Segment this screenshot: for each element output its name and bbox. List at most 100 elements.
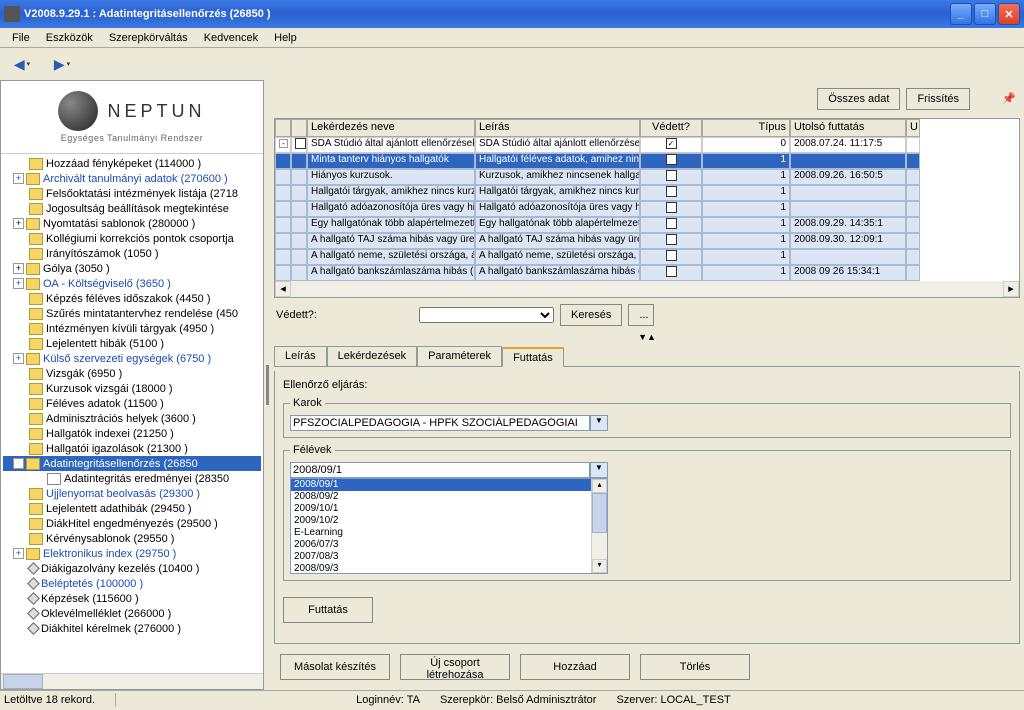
- table-row[interactable]: A hallgató bankszámlaszáma hibás (haA ha…: [275, 265, 1019, 281]
- make-copy-button[interactable]: Másolat készítés: [280, 654, 390, 680]
- table-row[interactable]: Minta tanterv hiányos hallgatókHallgatói…: [275, 153, 1019, 169]
- col-u[interactable]: U: [906, 119, 920, 137]
- tree-expander[interactable]: +: [13, 548, 24, 559]
- tree-node[interactable]: Hozzáad fényképeket (114000 ): [3, 156, 261, 171]
- menu-favorites[interactable]: Kedvencek: [196, 30, 266, 46]
- tree-node[interactable]: Adminisztrációs helyek (3600 ): [3, 411, 261, 426]
- table-row[interactable]: Hallgató adóazonosítója üres vagy hibHal…: [275, 201, 1019, 217]
- tree-node[interactable]: Szűrés mintatantervhez rendelése (450: [3, 306, 261, 321]
- forward-button[interactable]: ▶▾: [48, 52, 76, 76]
- table-row[interactable]: A hallgató neme, születési országa, állA…: [275, 249, 1019, 265]
- list-item[interactable]: 2008/09/3: [291, 563, 591, 573]
- folder-icon: [26, 263, 40, 275]
- menu-roleswitch[interactable]: Szerepkörváltás: [101, 30, 196, 46]
- tree-node[interactable]: +Archivált tanulmányi adatok (270600 ): [3, 171, 261, 186]
- tree-node[interactable]: Hallgatói igazolások (21300 ): [3, 441, 261, 456]
- list-item[interactable]: 2008/09/2: [291, 491, 591, 503]
- data-grid[interactable]: Lekérdezés neve Leírás Védett? Típus Uto…: [274, 118, 1020, 298]
- tree-node[interactable]: Jogosultság beállítások megtekintése: [3, 201, 261, 216]
- tree-expander[interactable]: +: [13, 218, 24, 229]
- tree-node[interactable]: Ujjlenyomat beolvasás (29300 ): [3, 486, 261, 501]
- list-item[interactable]: 2008/09/1: [291, 479, 591, 491]
- minimize-button[interactable]: _: [950, 3, 972, 25]
- tree-expander[interactable]: +: [13, 263, 24, 274]
- list-item[interactable]: 2009/10/2: [291, 515, 591, 527]
- table-row[interactable]: Hiányos kurzusok.Kurzusok, amikhez nincs…: [275, 169, 1019, 185]
- semesters-combo[interactable]: [290, 462, 590, 478]
- menu-tools[interactable]: Eszközök: [38, 30, 101, 46]
- table-row[interactable]: Hallgatói tárgyak, amikhez nincs kurzuHa…: [275, 185, 1019, 201]
- col-queryname[interactable]: Lekérdezés neve: [307, 119, 475, 137]
- tree-node[interactable]: +Nyomtatási sablonok (280000 ): [3, 216, 261, 231]
- semesters-listbox[interactable]: 2008/09/12008/09/22009/10/12009/10/2E-Le…: [290, 478, 608, 574]
- tree-node[interactable]: Oklevélmelléklet (266000 ): [3, 606, 261, 621]
- tree-node[interactable]: Hallgatók indexei (21250 ): [3, 426, 261, 441]
- filter-select[interactable]: [419, 307, 554, 323]
- tree-node[interactable]: +OA - Költségviselő (3650 ): [3, 276, 261, 291]
- tree-expander[interactable]: +: [13, 278, 24, 289]
- tree-node[interactable]: Lejelentett hibák (5100 ): [3, 336, 261, 351]
- col-protected[interactable]: Védett?: [640, 119, 702, 137]
- tree-node[interactable]: Adatintegritás eredményei (28350: [3, 471, 261, 486]
- tree-hscrollbar[interactable]: [1, 673, 263, 689]
- table-row[interactable]: Egy hallgatónak több alapértelmezett bEg…: [275, 217, 1019, 233]
- grid-hscrollbar[interactable]: ◂▸: [275, 281, 1019, 297]
- col-description[interactable]: Leírás: [475, 119, 640, 137]
- delete-button[interactable]: Törlés: [640, 654, 750, 680]
- back-button[interactable]: ◀▾: [8, 52, 36, 76]
- tab-run[interactable]: Futtatás: [502, 347, 564, 367]
- tree-node[interactable]: -Adatintegritásellenőrzés (26850: [3, 456, 261, 471]
- faculties-combo[interactable]: [290, 415, 590, 431]
- chevron-down-icon[interactable]: ▼: [590, 415, 608, 431]
- tree-label: Irányítószámok (1050 ): [46, 248, 159, 260]
- tree-node[interactable]: Képzés féléves időszakok (4450 ): [3, 291, 261, 306]
- col-type[interactable]: Típus: [702, 119, 790, 137]
- menu-file[interactable]: File: [4, 30, 38, 46]
- add-button[interactable]: Hozzáad: [520, 654, 630, 680]
- col-lastrun[interactable]: Utolsó futtatás: [790, 119, 906, 137]
- list-item[interactable]: 2007/08/3: [291, 551, 591, 563]
- tree-node[interactable]: Féléves adatok (11500 ): [3, 396, 261, 411]
- tree-node[interactable]: +Elektronikus index (29750 ): [3, 546, 261, 561]
- tree-node[interactable]: Lejelentett adathibák (29450 ): [3, 501, 261, 516]
- more-button[interactable]: ...: [628, 304, 654, 326]
- nav-tree[interactable]: Hozzáad fényképeket (114000 )+Archivált …: [1, 154, 263, 673]
- collapse-icon[interactable]: ▼▲: [274, 332, 1020, 342]
- maximize-button[interactable]: □: [974, 3, 996, 25]
- tree-node[interactable]: +Külső szervezeti egységek (6750 ): [3, 351, 261, 366]
- all-data-button[interactable]: Összes adat: [817, 88, 900, 110]
- tree-node[interactable]: Vizsgák (6950 ): [3, 366, 261, 381]
- tree-node[interactable]: Kurzusok vizsgái (18000 ): [3, 381, 261, 396]
- tab-description[interactable]: Leírás: [274, 346, 327, 366]
- list-item[interactable]: E-Learning: [291, 527, 591, 539]
- tree-node[interactable]: Beléptetés (100000 ): [3, 576, 261, 591]
- close-button[interactable]: ✕: [998, 3, 1020, 25]
- tree-node[interactable]: Kérvénysablonok (29550 ): [3, 531, 261, 546]
- pin-icon[interactable]: 📌: [1002, 92, 1016, 106]
- tree-node[interactable]: Kollégiumi korrekciós pontok csoportja: [3, 231, 261, 246]
- menu-help[interactable]: Help: [266, 30, 305, 46]
- list-item[interactable]: 2006/07/3: [291, 539, 591, 551]
- search-button[interactable]: Keresés: [560, 304, 622, 326]
- tab-queries[interactable]: Lekérdezések: [327, 346, 418, 366]
- tree-expander[interactable]: +: [13, 173, 24, 184]
- list-item[interactable]: 2009/10/1: [291, 503, 591, 515]
- listbox-scrollbar[interactable]: ▴▾: [591, 479, 607, 573]
- run-button[interactable]: Futtatás: [283, 597, 373, 623]
- table-row[interactable]: -SDA Stúdió által ajánlott ellenőrzésekS…: [275, 137, 1019, 153]
- tree-node[interactable]: Képzések (115600 ): [3, 591, 261, 606]
- tree-node[interactable]: DiákHitel engedményezés (29500 ): [3, 516, 261, 531]
- tree-node[interactable]: Diákigazolvány kezelés (10400 ): [3, 561, 261, 576]
- table-row[interactable]: A hallgató TAJ száma hibás vagy üresA ha…: [275, 233, 1019, 249]
- chevron-down-icon[interactable]: ▼: [590, 462, 608, 478]
- tree-node[interactable]: Intézményen kívüli tárgyak (4950 ): [3, 321, 261, 336]
- refresh-button[interactable]: Frissítés: [906, 88, 970, 110]
- tree-node[interactable]: +Gólya (3050 ): [3, 261, 261, 276]
- tree-expander[interactable]: +: [13, 353, 24, 364]
- new-group-button[interactable]: Új csoport létrehozása: [400, 654, 510, 680]
- tree-node[interactable]: Diákhitel kérelmek (276000 ): [3, 621, 261, 636]
- tree-node[interactable]: Irányítószámok (1050 ): [3, 246, 261, 261]
- tree-node[interactable]: Felsőoktatási intézmények listája (2718: [3, 186, 261, 201]
- tree-expander[interactable]: -: [13, 458, 24, 469]
- tab-parameters[interactable]: Paraméterek: [417, 346, 502, 366]
